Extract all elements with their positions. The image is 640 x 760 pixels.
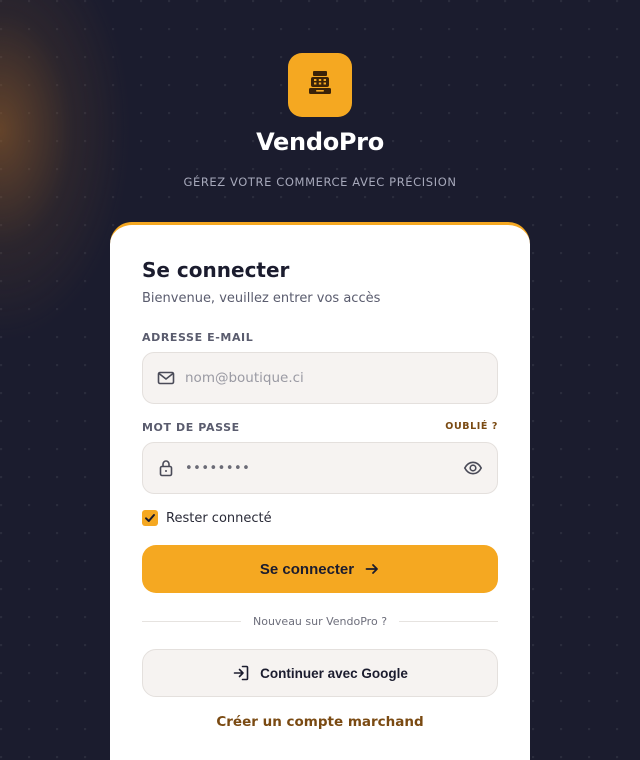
- remember-label: Rester connecté: [166, 510, 272, 526]
- lock-icon: [155, 457, 177, 479]
- password-field[interactable]: ••••••••: [185, 461, 461, 476]
- remember-me[interactable]: Rester connecté: [142, 510, 272, 526]
- password-label: MOT DE PASSE: [142, 421, 240, 434]
- cash-register-icon: [304, 67, 336, 103]
- login-card: Se connecter Bienvenue, veuillez entrer …: [110, 222, 530, 760]
- create-account-link[interactable]: Créer un compte marchand: [110, 714, 530, 730]
- brand-tagline: GÉREZ VOTRE COMMERCE AVEC PRÉCISION: [183, 175, 457, 189]
- sign-in-icon: [232, 664, 250, 682]
- email-label: ADRESSE E-MAIL: [142, 331, 254, 344]
- login-button-label: Se connecter: [259, 560, 355, 578]
- arrow-right-icon: [364, 561, 380, 577]
- email-field[interactable]: [185, 370, 497, 386]
- divider-line-right: [399, 620, 499, 622]
- mail-icon: [155, 367, 177, 389]
- login-subtitle: Bienvenue, veuillez entrer vos accès: [142, 291, 381, 306]
- forgot-password-link[interactable]: OUBLIÉ ?: [445, 421, 498, 432]
- email-field-wrapper[interactable]: [142, 352, 498, 404]
- google-login-button[interactable]: Continuer avec Google: [142, 649, 498, 697]
- brand-logo: [288, 53, 352, 117]
- divider: Nouveau sur VendoPro ?: [142, 613, 499, 629]
- login-title: Se connecter: [142, 258, 290, 282]
- google-button-label: Continuer avec Google: [260, 665, 408, 681]
- password-field-wrapper[interactable]: ••••••••: [142, 442, 498, 494]
- check-icon: [145, 514, 155, 522]
- brand-name: VendoPro: [256, 128, 384, 156]
- remember-checkbox[interactable]: [142, 510, 158, 526]
- eye-icon[interactable]: [461, 456, 485, 480]
- divider-text: Nouveau sur VendoPro ?: [252, 614, 388, 628]
- login-button[interactable]: Se connecter: [142, 545, 498, 593]
- divider-line-left: [142, 620, 241, 622]
